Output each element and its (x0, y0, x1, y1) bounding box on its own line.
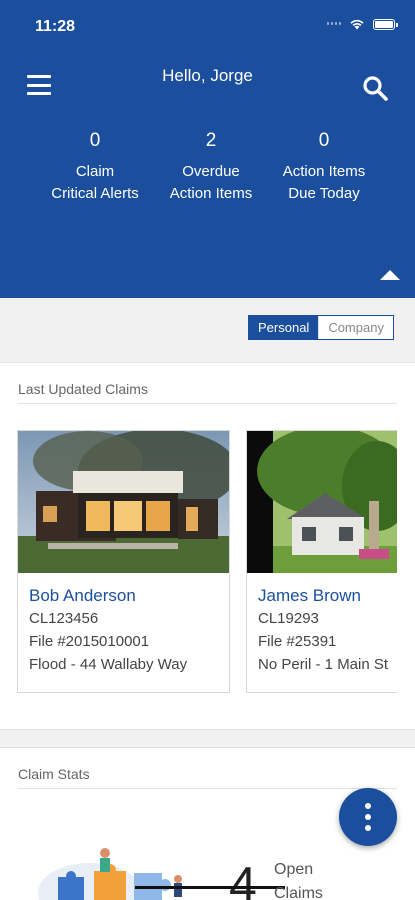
puzzle-illustration (38, 848, 182, 900)
greeting: Hello, Jorge (162, 66, 253, 85)
header: 11:28 Hello, Jorge 0 Claim Critical Aler… (0, 0, 415, 298)
wifi-icon (350, 19, 364, 30)
claim-detail: No Peril - 1 Main St (258, 656, 389, 673)
stat-label: Action Items Due Today (282, 163, 366, 202)
house-photo (247, 431, 397, 573)
stat-action-items-due-today[interactable]: 0 Action Items Due Today (259, 130, 389, 205)
file-number: File #25391 (258, 633, 337, 650)
more-options-button[interactable] (339, 788, 397, 846)
strike-line (135, 886, 285, 889)
search-icon[interactable] (361, 74, 389, 102)
status-time: 11:28 (35, 18, 76, 35)
account-type-toggle[interactable]: Personal Company (248, 315, 394, 340)
stat-value: 2 (205, 130, 217, 151)
stat-value: 0 (318, 130, 330, 151)
divider (18, 403, 397, 404)
file-number: File #2015010001 (29, 633, 150, 650)
toggle-personal[interactable]: Personal (249, 316, 319, 339)
claim-info: Bob Anderson CL123456 File #2015010001 F… (29, 585, 187, 676)
panel-title: Last Updated Claims (18, 381, 148, 397)
signal-dots-icon (327, 22, 341, 26)
claimant-name[interactable]: James Brown (258, 585, 388, 607)
stat-overdue-action-items[interactable]: 2 Overdue Action Items (146, 130, 276, 205)
battery-icon (373, 18, 398, 30)
stat-claim-critical-alerts[interactable]: 0 Claim Critical Alerts (30, 130, 160, 205)
toggle-company[interactable]: Company (318, 316, 393, 339)
claim-info: James Brown CL19293 File #25391 No Peril… (258, 585, 388, 676)
claim-card[interactable]: James Brown CL19293 File #25391 No Peril… (246, 430, 397, 693)
chevron-up-icon[interactable] (380, 270, 400, 280)
stat-label: Claim Critical Alerts (51, 163, 139, 202)
claimant-name[interactable]: Bob Anderson (29, 585, 187, 607)
claim-id: CL123456 (29, 610, 99, 627)
stat-label: Overdue Action Items (169, 163, 253, 202)
open-claims-label: Open Claims (274, 861, 323, 900)
house-photo (18, 431, 229, 573)
claim-detail: Flood - 44 Wallaby Way (29, 656, 188, 673)
divider (18, 788, 397, 789)
open-claims-count: 4 (229, 857, 257, 900)
status-icons (327, 18, 398, 30)
panel-title: Claim Stats (18, 766, 90, 782)
stat-value: 0 (89, 130, 101, 151)
claim-card[interactable]: Bob Anderson CL123456 File #2015010001 F… (17, 430, 230, 693)
claim-id: CL19293 (258, 610, 319, 627)
